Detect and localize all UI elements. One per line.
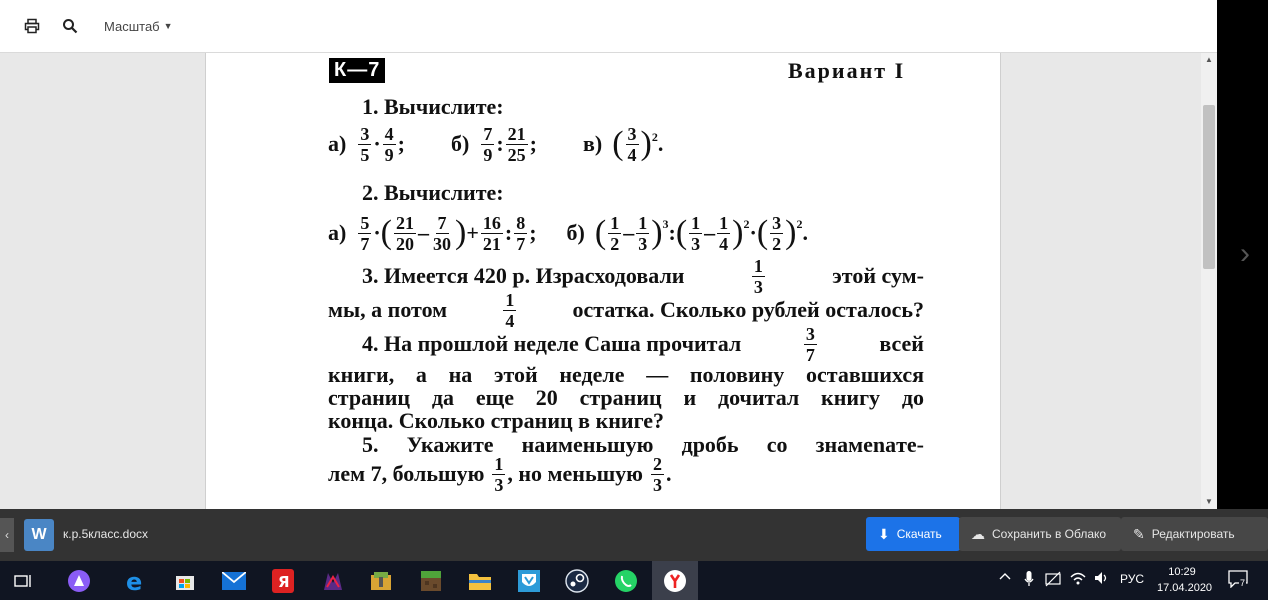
notification-count: 7 (1239, 578, 1247, 588)
download-icon: ⬇ (878, 526, 890, 542)
fraction: 21 25 (505, 123, 528, 165)
input-method-icon[interactable] (1045, 571, 1061, 590)
fraction: 35 (358, 123, 372, 165)
whatsapp-icon[interactable] (611, 566, 641, 596)
task1-expressions: а) 35 · 49 ; б) 79 : 21 25 ; в) ( 34 ) 2. (328, 123, 664, 165)
svg-text:e: e (126, 569, 142, 593)
task2-heading: 2. Вычислите: (362, 180, 504, 205)
save-to-cloud-button[interactable]: ☁ Сохранить в Облако (959, 517, 1121, 551)
pencil-icon: ✎ (1133, 526, 1145, 542)
search-button[interactable] (58, 12, 82, 40)
chevron-left-icon[interactable]: ‹ (0, 518, 14, 552)
clock-date: 17.04.2020 (1157, 582, 1213, 594)
wifi-icon[interactable] (1070, 571, 1086, 588)
edit-label: Редактировать (1151, 527, 1235, 541)
fraction: 7 30 (433, 212, 451, 254)
fraction: 21 20 (394, 212, 416, 254)
task3-line2: мы, а потом 14 остатка. Сколько рублей о… (328, 289, 924, 331)
archive-app-icon[interactable] (366, 566, 396, 596)
fraction: 23 (651, 453, 664, 495)
yandex-browser-icon[interactable] (652, 561, 698, 600)
language-indicator[interactable]: РУС (1120, 572, 1144, 586)
task1-a-label: а) (328, 131, 347, 156)
task5-line1: 5. Укажите наименьшую дробь со знамenaте… (362, 432, 924, 457)
task1-heading: 1. Вычислите: (362, 94, 504, 119)
task1-b-label: б) (451, 131, 470, 156)
fraction: 16 21 (480, 212, 503, 254)
edge-browser-icon[interactable]: e (120, 566, 150, 596)
clock-time: 10:29 (1168, 566, 1196, 578)
chevron-down-icon: ▼ (163, 21, 173, 31)
chevron-up-icon[interactable] (999, 571, 1011, 586)
cloud-label: Сохранить в Облако (992, 527, 1107, 541)
game-app-icon[interactable] (318, 566, 348, 596)
printer-icon (24, 18, 40, 34)
alice-assistant-icon[interactable] (64, 566, 94, 596)
zoom-label: Масштаб (104, 18, 160, 34)
fraction: 57 (358, 212, 372, 254)
app-shield-icon[interactable] (514, 566, 544, 596)
chevron-right-icon[interactable]: › (1230, 237, 1260, 271)
fraction: 14 (717, 212, 731, 254)
store-icon[interactable] (170, 566, 200, 596)
fraction: 14 (503, 289, 517, 331)
fraction: 87 (514, 212, 528, 254)
fraction: 32 (770, 212, 784, 254)
scrollbar-thumb[interactable] (1203, 105, 1215, 269)
cloud-icon: ☁ (971, 526, 985, 542)
scroll-down-arrow-icon[interactable]: ▼ (1201, 495, 1217, 509)
fraction: 49 (382, 123, 396, 165)
print-button[interactable] (20, 12, 44, 40)
word-file-icon: W (24, 519, 54, 551)
task3-line1: 3. Имеется 420 р. Израсходовали 13 этой … (362, 255, 924, 297)
viewer-toolbar: Масштаб ▼ (0, 0, 1217, 53)
search-icon (63, 19, 78, 34)
task4-line4: конца. Сколько страниц в книге? (328, 408, 665, 433)
edit-button[interactable]: ✎ Редактировать (1121, 517, 1268, 551)
task2-expressions: а) 57 · ( 21 20 – 7 30 ) + 16 21 : 87 ; б) … (328, 212, 808, 254)
fraction: 13 (492, 453, 506, 495)
file-name[interactable]: к.р.5класс.docx (63, 527, 148, 541)
task1-c-label: в) (582, 131, 603, 156)
microphone-icon[interactable] (1024, 571, 1034, 590)
fraction: 79 (481, 123, 495, 165)
notifications-button[interactable]: 7 (1228, 570, 1248, 590)
fraction: 13 (751, 255, 765, 297)
download-button[interactable]: ⬇ Скачать (866, 517, 960, 551)
task5-line2: лем 7, большую 13 , но меньшую 23 . (328, 453, 672, 495)
task4-line1: 4. На прошлой неделе Саша прочитал 37 вс… (362, 323, 924, 365)
steam-icon[interactable] (562, 566, 592, 596)
task-view-icon[interactable] (8, 566, 38, 596)
vertical-scrollbar[interactable]: ▲ ▼ (1201, 53, 1217, 509)
zoom-dropdown[interactable]: Масштаб ▼ (104, 17, 173, 35)
test-code-badge: К—7 (329, 58, 386, 83)
fraction: 12 (608, 212, 622, 254)
minecraft-icon[interactable] (416, 566, 446, 596)
fraction: 13 (636, 212, 650, 254)
mail-icon[interactable] (219, 566, 249, 596)
yandex-icon[interactable]: Я (268, 566, 298, 596)
clock[interactable]: 10:29 17.04.2020 (1157, 564, 1213, 596)
scroll-up-arrow-icon[interactable]: ▲ (1201, 53, 1217, 67)
volume-icon[interactable] (1094, 571, 1110, 588)
file-explorer-icon[interactable] (465, 566, 495, 596)
download-label: Скачать (896, 527, 942, 541)
download-bar: ‹ W к.р.5класс.docx ⬇ Скачать ☁ Сохранит… (0, 509, 1268, 561)
variant-title: Вариант I (788, 58, 906, 83)
fraction: 37 (803, 323, 817, 365)
fraction: 34 (625, 123, 639, 165)
taskbar: e Я РУС 10:29 17.04.2020 7 (0, 561, 1268, 600)
svg-text:Я: Я (278, 573, 290, 591)
fraction: 13 (689, 212, 703, 254)
